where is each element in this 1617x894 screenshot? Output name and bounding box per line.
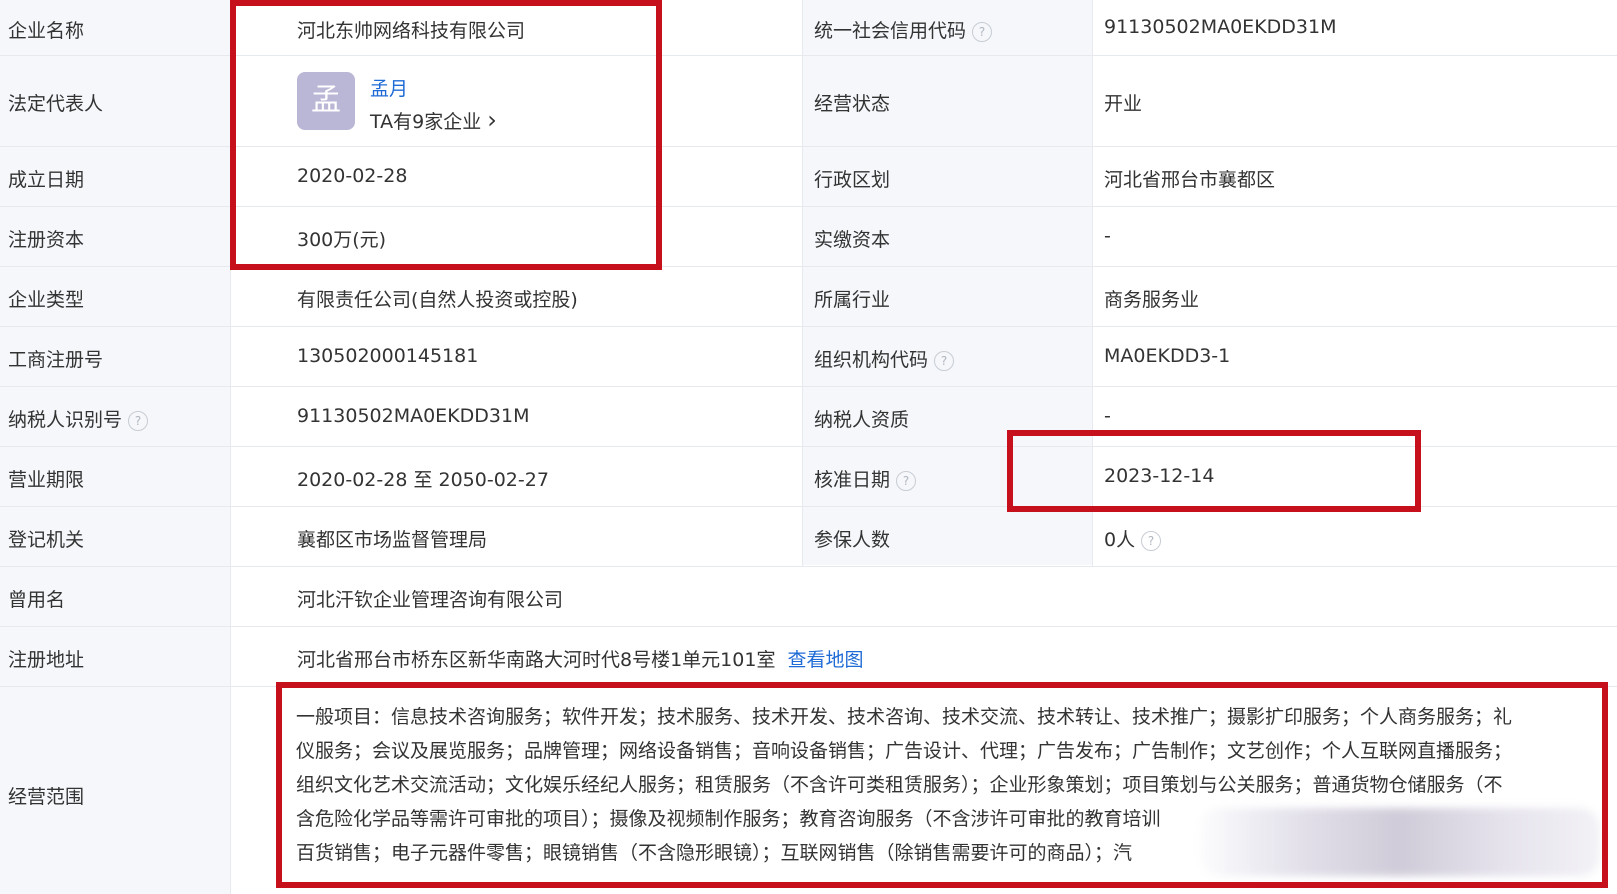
org-code-value: MA0EKDD3-1 [1104,345,1231,367]
legal-rep-label: 法定代表人 [8,93,104,115]
reg-capital-label: 注册资本 [8,229,85,251]
row-divider [0,626,1617,627]
row-divider [0,326,1617,327]
taxpayer-qual-label: 纳税人资质 [814,409,910,431]
help-icon[interactable]: ? [1141,530,1162,551]
former-name-value: 河北汗钦企业管理咨询有限公司 [297,589,564,611]
industry-label: 所属行业 [814,289,891,311]
credit-code-label: 统一社会信用代码? [814,16,993,43]
reg-address-label: 注册地址 [8,649,85,671]
biz-reg-no-label: 工商注册号 [8,349,104,371]
highlight-box-basic-info [230,0,662,270]
column-divider [802,0,803,566]
biz-term-label: 营业期限 [8,469,85,491]
biz-reg-no-value: 130502000145181 [297,345,479,367]
business-status-label: 经营状态 [814,93,891,115]
credit-code-value: 91130502MA0EKDD31M [1104,16,1337,38]
help-icon[interactable]: ? [972,21,993,42]
insured-value: 0人? [1104,525,1162,552]
company-name-label: 企业名称 [8,20,85,42]
reg-address-value: 河北省邢台市桥东区新华南路大河时代8号楼1单元101室 查看地图 [297,649,864,671]
org-code-label: 组织机构代码? [814,345,955,372]
reg-authority-label: 登记机关 [8,529,85,551]
admin-region-value: 河北省邢台市襄都区 [1104,169,1276,191]
highlight-box-biz-scope [276,682,1608,888]
founded-label: 成立日期 [8,169,85,191]
paid-capital-value: - [1104,225,1111,247]
industry-value: 商务服务业 [1104,289,1200,311]
row-divider [0,566,1617,567]
business-status-value: 开业 [1104,93,1143,115]
taxpayer-qual-value: - [1104,405,1111,427]
highlight-box-approval-date [1007,430,1421,512]
row-divider [0,386,1617,387]
admin-region-label: 行政区划 [814,169,891,191]
insured-label: 参保人数 [814,529,891,551]
approval-date-label: 核准日期? [814,465,917,492]
taxpayer-id-value: 91130502MA0EKDD31M [297,405,530,427]
biz-scope-label: 经营范围 [8,786,85,808]
taxpayer-id-label: 纳税人识别号? [8,405,149,432]
former-name-label: 曾用名 [8,589,66,611]
help-icon[interactable]: ? [128,410,149,431]
reg-authority-value: 襄都区市场监督管理局 [297,529,488,551]
help-icon[interactable]: ? [934,350,955,371]
view-map-link[interactable]: 查看地图 [788,649,864,671]
biz-term-value: 2020-02-28 至 2050-02-27 [297,469,549,491]
label-column-left [0,0,230,894]
company-type-value: 有限责任公司(自然人投资或控股) [297,289,578,311]
company-type-label: 企业类型 [8,289,85,311]
paid-capital-label: 实缴资本 [814,229,891,251]
help-icon[interactable]: ? [896,470,917,491]
